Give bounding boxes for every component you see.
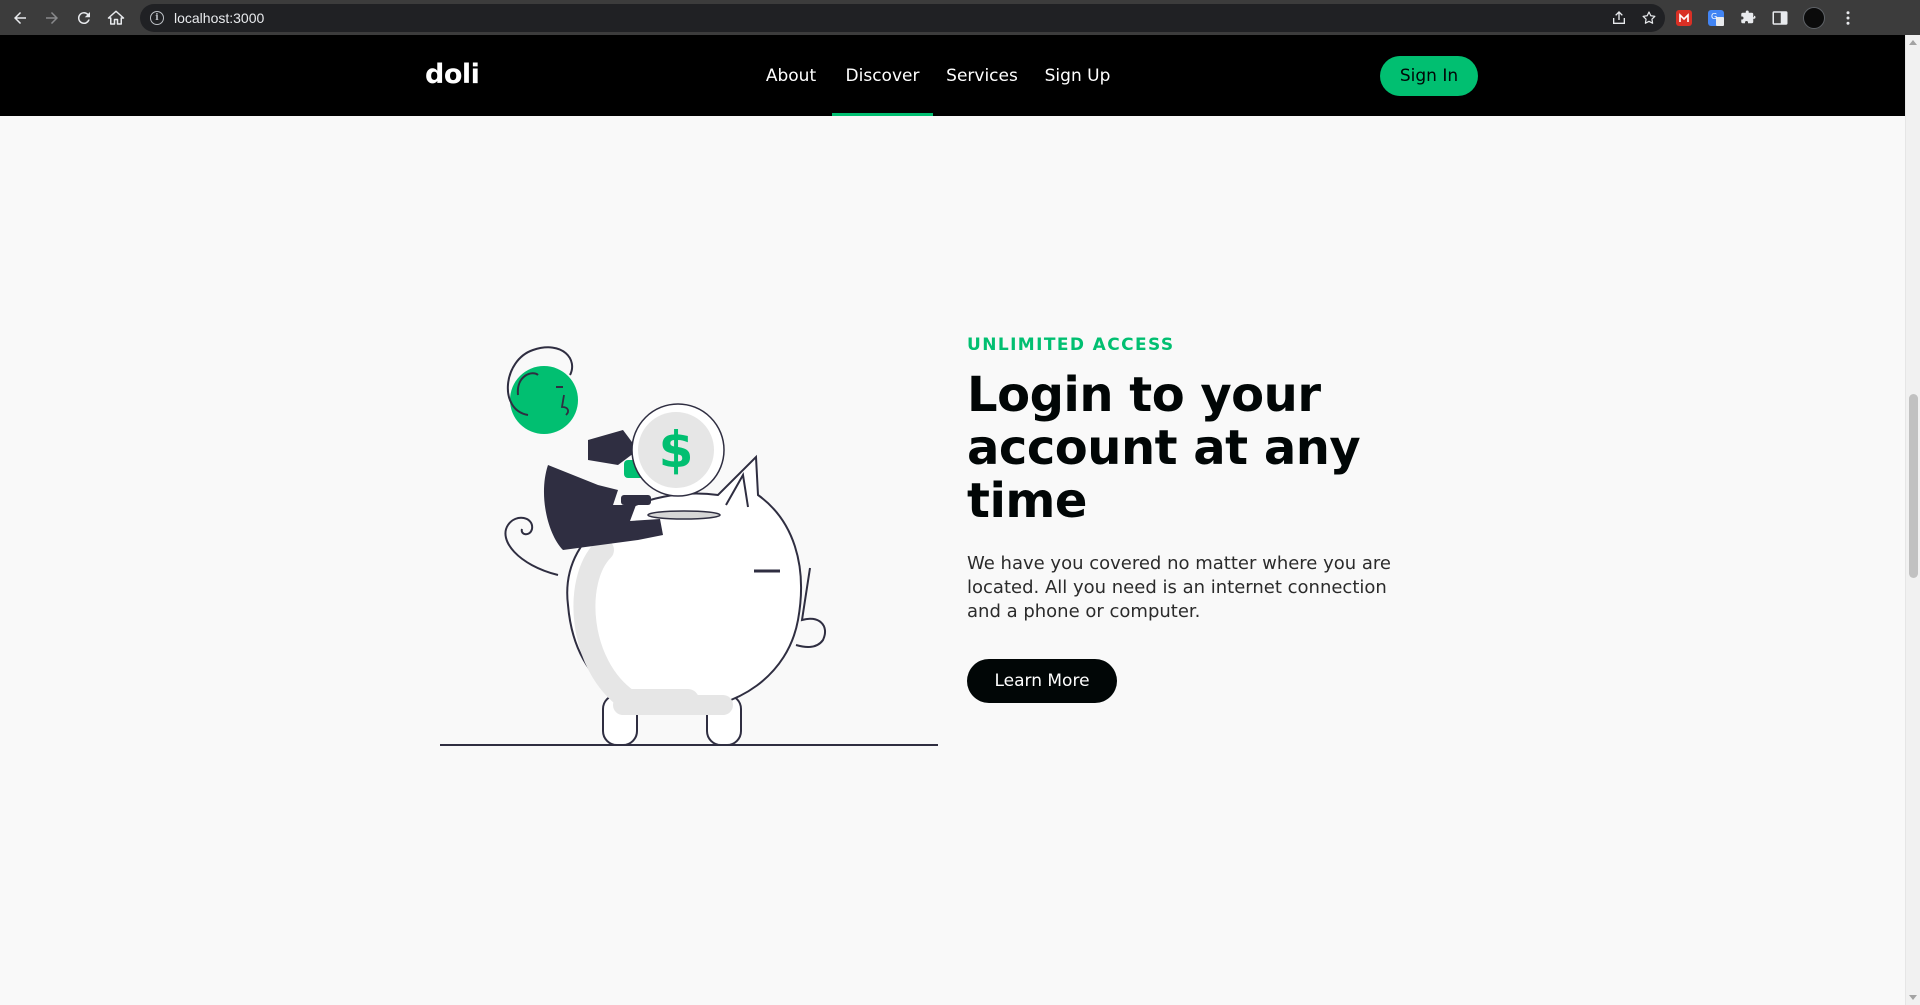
extensions-area: G	[1675, 6, 1857, 29]
scroll-down-arrow-icon[interactable]	[1909, 995, 1917, 1000]
hero-top-line: UNLIMITED ACCESS	[967, 335, 1175, 355]
side-panel-icon[interactable]	[1771, 9, 1789, 27]
site-info-icon[interactable]: i	[150, 10, 164, 25]
puzzle-icon[interactable]	[1739, 9, 1757, 27]
nav-item-discover[interactable]: Discover	[832, 35, 933, 116]
address-bar[interactable]: i localhost:3000	[140, 3, 1665, 32]
back-arrow-icon	[14, 11, 26, 24]
share-icon[interactable]	[1611, 10, 1627, 26]
translate-icon[interactable]: G	[1707, 9, 1725, 27]
learn-more-button[interactable]: Learn More	[967, 659, 1117, 703]
hero-subtitle: We have you covered no matter where you …	[967, 553, 1392, 622]
sign-in-button[interactable]: Sign In	[1380, 56, 1478, 96]
svg-text:G: G	[1711, 12, 1717, 21]
hero-heading: Login to your account at any time	[967, 367, 1361, 529]
person-arm-lower	[621, 495, 651, 505]
home-icon	[107, 10, 125, 25]
reload-button[interactable]	[68, 2, 100, 34]
back-button[interactable]	[4, 2, 36, 34]
extension-icon[interactable]	[1675, 9, 1693, 27]
scroll-up-arrow-icon[interactable]	[1909, 40, 1917, 45]
reload-icon	[77, 11, 90, 24]
piggy-bank-illustration: $	[438, 335, 940, 755]
pig-belly-shadow	[613, 695, 733, 715]
coin-dollar-symbol: $	[659, 421, 694, 479]
coin-slot	[647, 510, 721, 520]
nav-item-services[interactable]: Services	[942, 35, 1022, 116]
nav-item-signup[interactable]: Sign Up	[1040, 35, 1115, 116]
kebab-menu-icon[interactable]	[1839, 9, 1857, 27]
nav-item-about[interactable]: About	[756, 35, 826, 116]
address-url[interactable]: localhost:3000	[174, 10, 264, 26]
hero-text: UNLIMITED ACCESS Login to your account a…	[967, 335, 1407, 703]
person-head	[510, 366, 578, 434]
scroll-thumb[interactable]	[1909, 394, 1918, 578]
forward-arrow-icon	[46, 11, 58, 24]
forward-button[interactable]	[36, 2, 68, 34]
profile-avatar[interactable]	[1803, 6, 1825, 29]
page-scrollbar[interactable]	[1905, 35, 1920, 1005]
home-button[interactable]	[100, 2, 132, 34]
person-shoulder	[588, 430, 638, 465]
site-header: doli About Discover Services Sign Up Sig…	[0, 35, 1905, 116]
main-nav: About Discover Services Sign Up	[0, 35, 1905, 116]
bookmark-star-icon[interactable]	[1641, 10, 1657, 26]
browser-toolbar: i localhost:3000 G	[0, 0, 1920, 35]
